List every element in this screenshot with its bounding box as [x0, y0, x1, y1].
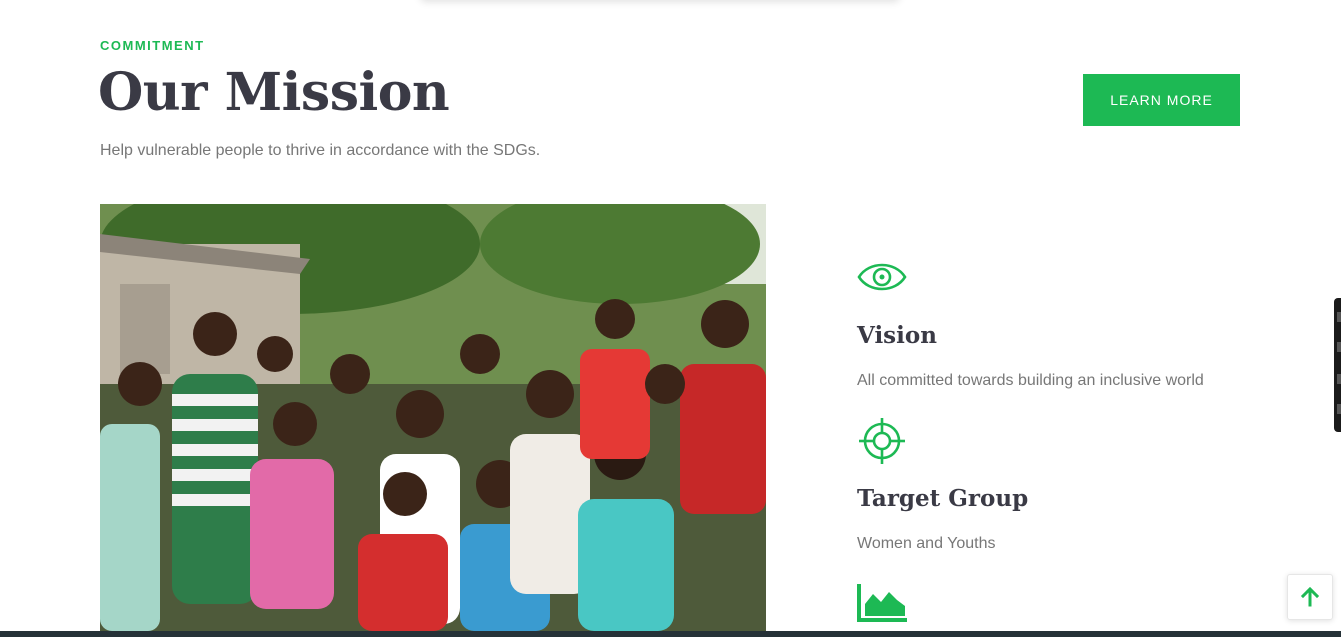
- eye-icon: [857, 263, 907, 291]
- target-icon: [859, 418, 905, 464]
- feature-text-target-group: Women and Youths: [857, 535, 996, 552]
- feature-title-vision: Vision: [857, 322, 937, 349]
- section-eyebrow: COMMITMENT: [100, 38, 205, 53]
- section-subtitle: Help vulnerable people to thrive in acco…: [100, 142, 541, 159]
- mission-photo: [100, 204, 766, 631]
- feature-title-target-group: Target Group: [857, 485, 1029, 512]
- arrow-up-icon: [1300, 586, 1320, 607]
- children-photo-illustration: [100, 204, 766, 631]
- scroll-to-top-button[interactable]: [1287, 574, 1333, 620]
- section-title: Our Mission: [98, 62, 450, 123]
- footer-bar: [0, 631, 1341, 637]
- learn-more-button[interactable]: LEARN MORE: [1083, 74, 1240, 126]
- feature-text-vision: All committed towards building an inclus…: [857, 372, 1204, 389]
- side-toolbar-widget[interactable]: [1334, 298, 1341, 432]
- area-chart-icon: [857, 584, 907, 622]
